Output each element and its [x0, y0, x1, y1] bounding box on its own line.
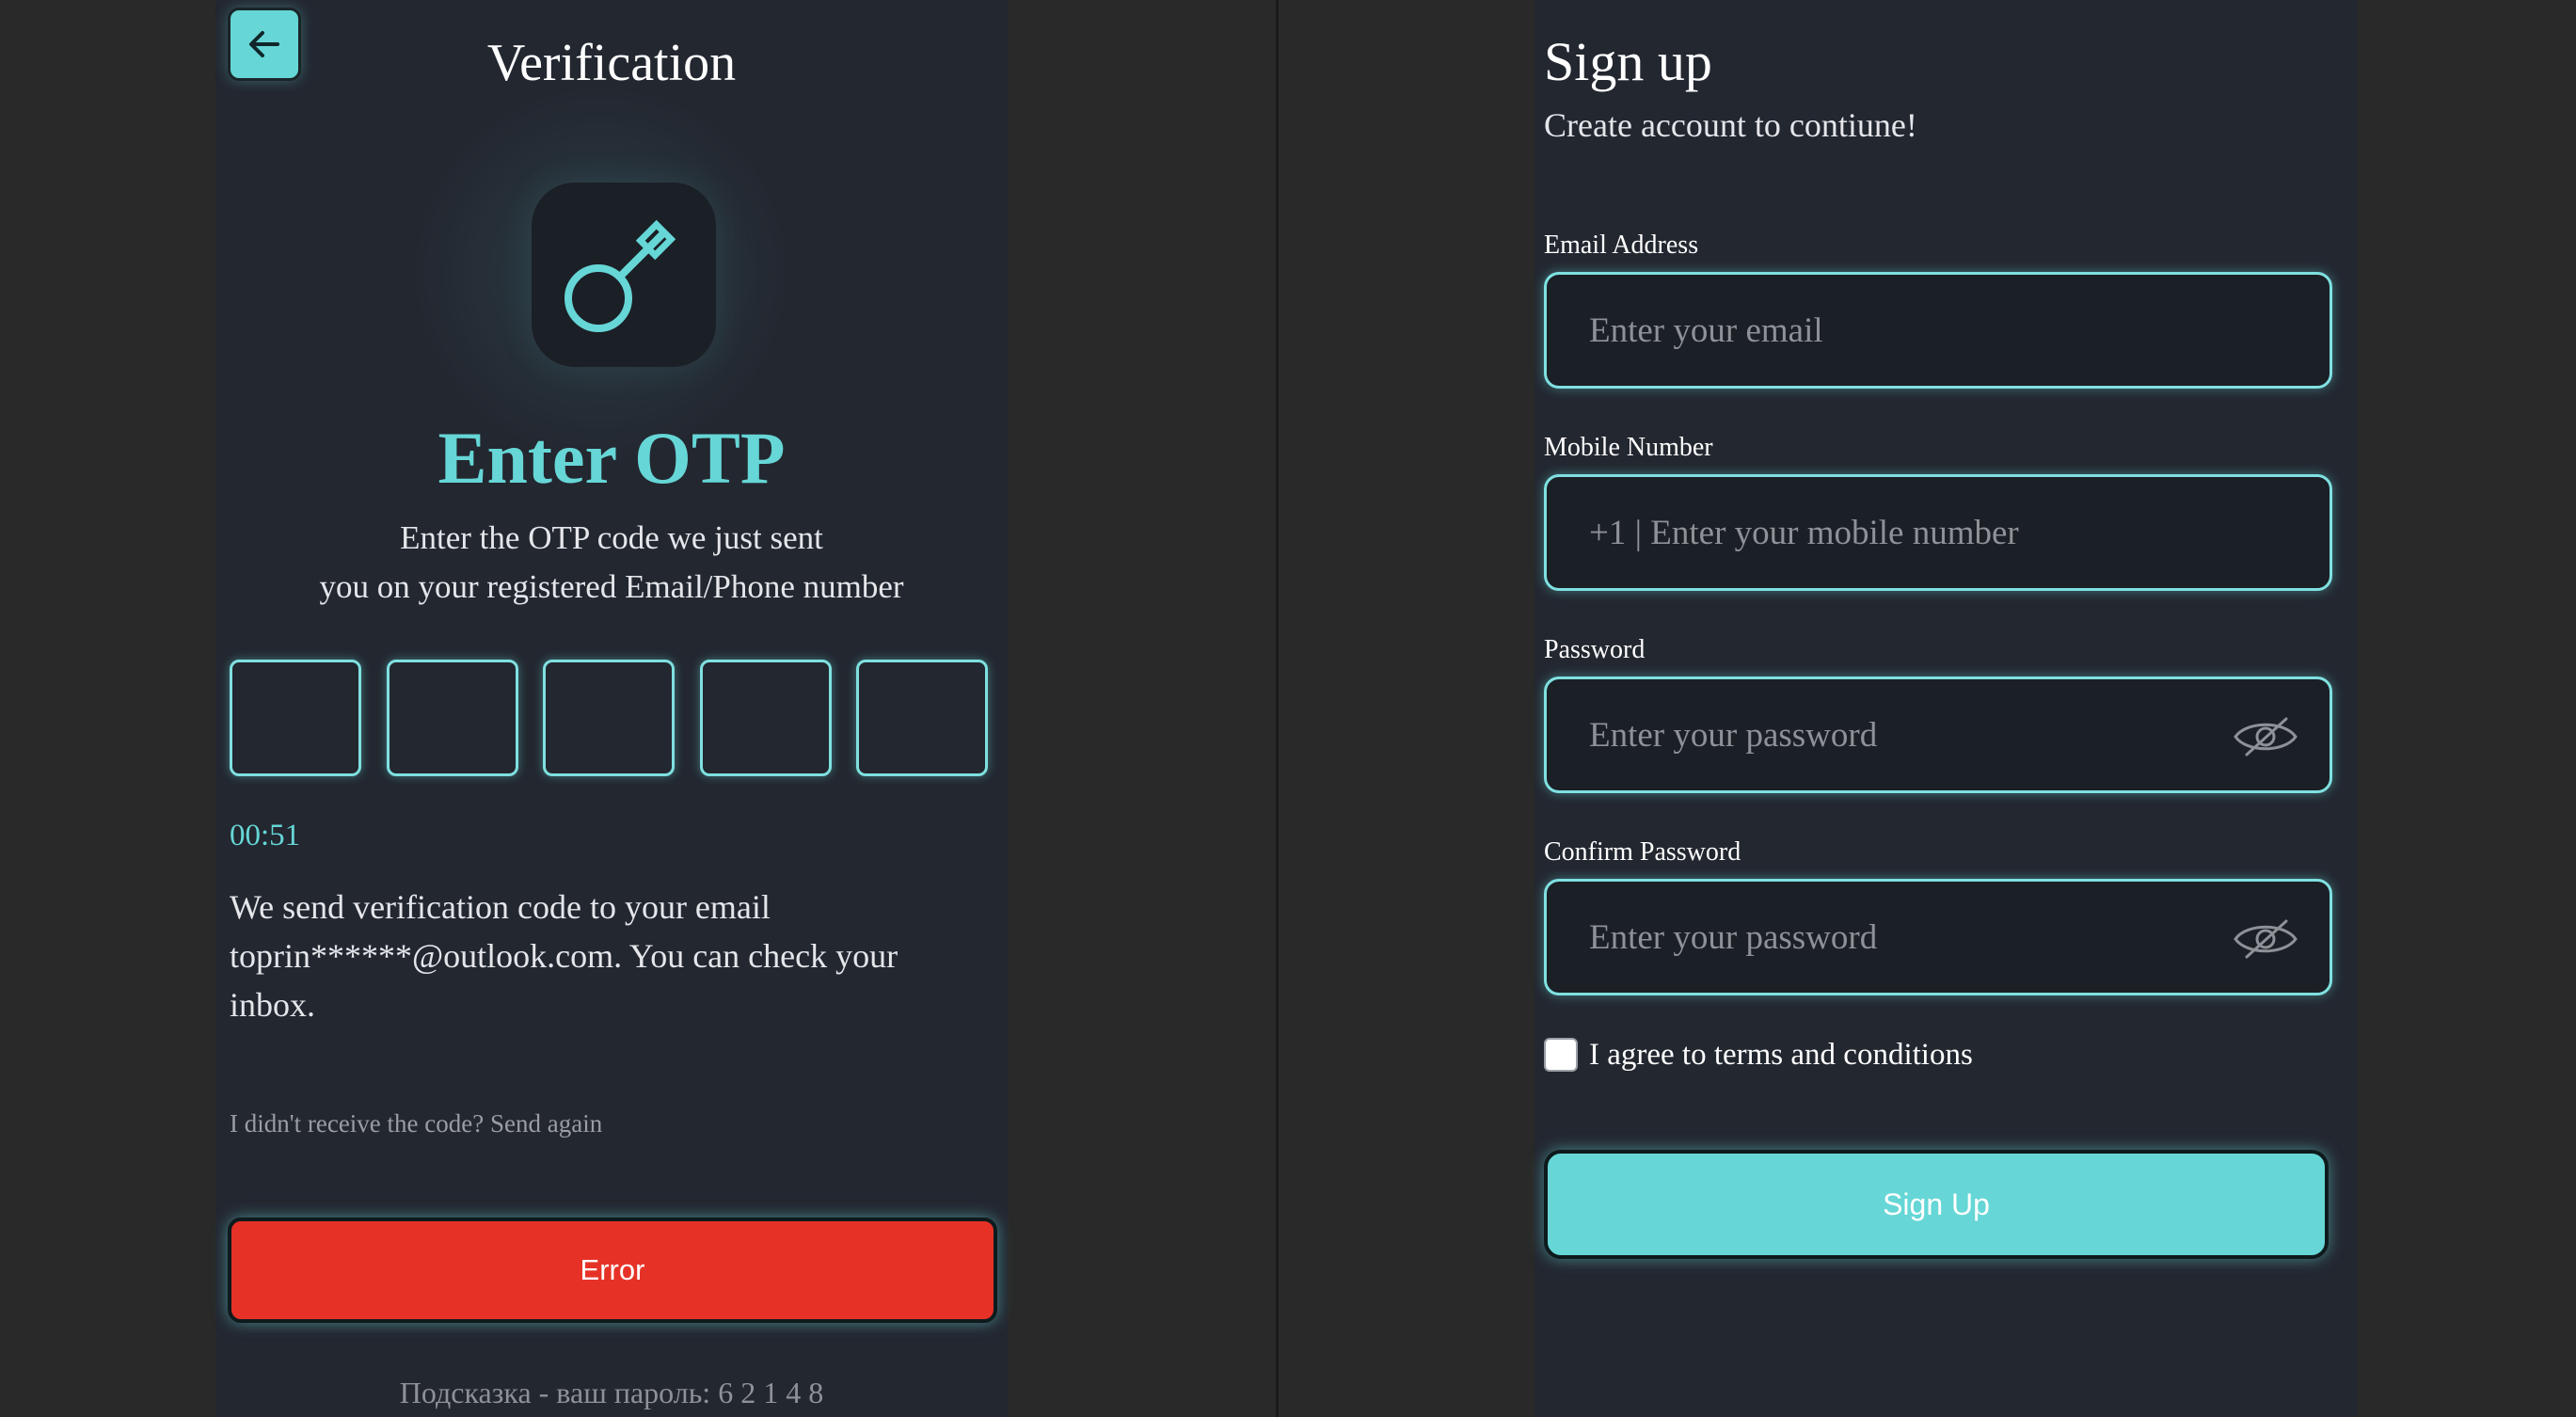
email-field-box [1544, 272, 2332, 389]
eye-off-icon[interactable] [2232, 917, 2299, 961]
confirm-password-field[interactable] [1547, 882, 2330, 993]
mobile-label: Mobile Number [1544, 433, 1713, 462]
verification-info-text: We send verification code to your email … [230, 888, 898, 1024]
otp-heading: Enter OTP [437, 417, 786, 499]
otp-digit-input[interactable] [230, 660, 361, 776]
mobile-field-box [1544, 474, 2332, 591]
verification-panel: Verification Enter OTP Enter the OTP cod… [215, 0, 1008, 1417]
otp-description: Enter the OTP code we just sent you on y… [215, 514, 1008, 612]
key-icon [564, 219, 676, 332]
resend-code-link[interactable]: I didn't receive the code? Send again [230, 1107, 602, 1139]
signup-button[interactable]: Sign Up [1544, 1150, 2329, 1259]
password-field-box [1544, 677, 2332, 793]
otp-description-line2: you on your registered Email/Phone numbe… [319, 568, 904, 605]
eye-off-icon[interactable] [2232, 715, 2299, 758]
error-button[interactable]: Error [228, 1218, 997, 1323]
terms-checkbox[interactable] [1544, 1038, 1578, 1072]
confirm-password-label: Confirm Password [1544, 837, 1741, 867]
otp-digit-input[interactable] [700, 660, 832, 776]
countdown-timer: 00:51 [230, 819, 301, 852]
otp-description-line1: Enter the OTP code we just sent [400, 519, 823, 556]
email-label: Email Address [1544, 231, 1699, 260]
key-tile [532, 183, 716, 367]
terms-label: I agree to terms and conditions [1589, 1038, 1973, 1072]
confirm-password-field-box [1544, 879, 2332, 995]
signup-subtitle: Create account to contiune! [1544, 106, 1917, 144]
window-divider [1276, 0, 1279, 1417]
signup-title: Sign up [1544, 31, 1712, 92]
password-field[interactable] [1547, 679, 2330, 790]
otp-digit-input[interactable] [856, 660, 988, 776]
otp-digit-input[interactable] [543, 660, 675, 776]
signup-panel: Sign up Create account to contiune! Emai… [1534, 0, 2357, 1417]
email-field[interactable] [1547, 275, 2330, 386]
otp-digit-input[interactable] [387, 660, 518, 776]
password-label: Password [1544, 635, 1646, 664]
mobile-field[interactable] [1547, 477, 2330, 588]
password-hint: Подсказка - ваш пароль: 6 2 1 4 8 [399, 1376, 824, 1409]
